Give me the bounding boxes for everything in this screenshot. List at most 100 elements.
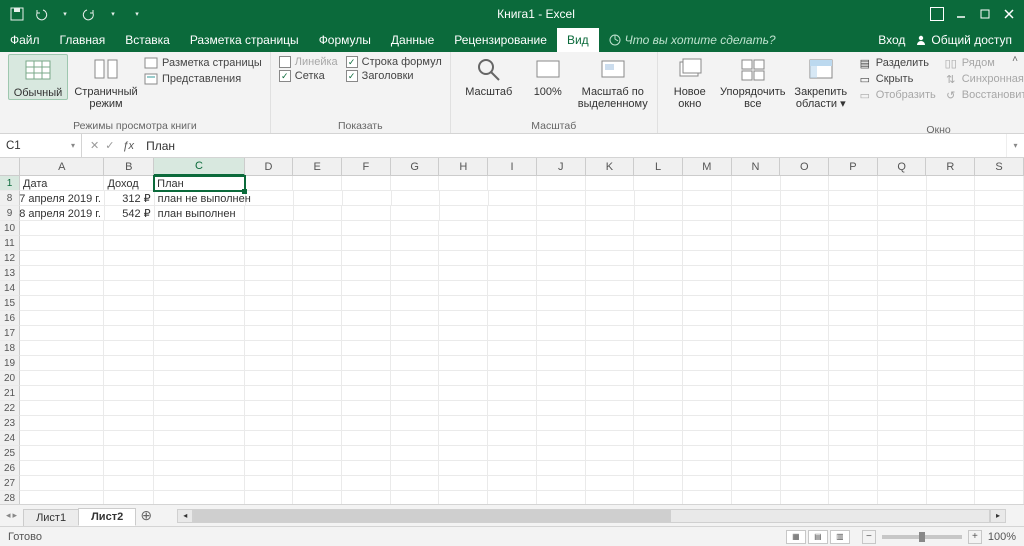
cell[interactable] xyxy=(634,401,683,416)
cell[interactable] xyxy=(878,206,927,221)
select-all-button[interactable] xyxy=(0,158,20,176)
cell[interactable] xyxy=(104,341,154,356)
qat-dropdown-icon[interactable]: ▾ xyxy=(56,5,74,23)
cell[interactable] xyxy=(245,176,294,191)
cell[interactable] xyxy=(878,356,927,371)
cell[interactable] xyxy=(20,371,104,386)
cell[interactable] xyxy=(391,491,440,504)
cell[interactable] xyxy=(391,236,440,251)
cell[interactable] xyxy=(927,446,976,461)
cell[interactable] xyxy=(683,341,732,356)
cell[interactable] xyxy=(342,206,391,221)
cell[interactable] xyxy=(634,476,683,491)
cell[interactable] xyxy=(975,386,1024,401)
cell[interactable] xyxy=(342,236,391,251)
cell[interactable] xyxy=(829,281,878,296)
cell[interactable] xyxy=(342,416,391,431)
cell[interactable] xyxy=(154,281,244,296)
cell[interactable] xyxy=(634,266,683,281)
cell[interactable] xyxy=(927,491,976,504)
cell[interactable] xyxy=(635,206,684,221)
cells-area[interactable]: ДатаДоходПлан7 апреля 2019 г.312 ₽план н… xyxy=(20,176,1024,504)
cell[interactable] xyxy=(488,371,537,386)
cell[interactable] xyxy=(488,266,537,281)
cell[interactable] xyxy=(683,281,732,296)
column-header-S[interactable]: S xyxy=(975,158,1024,175)
cell[interactable] xyxy=(342,326,391,341)
row-header[interactable]: 22 xyxy=(0,401,20,416)
cell[interactable] xyxy=(293,461,342,476)
cell[interactable] xyxy=(829,326,878,341)
cell[interactable] xyxy=(439,326,488,341)
cell[interactable] xyxy=(20,236,104,251)
zoom-button[interactable]: Масштаб xyxy=(459,54,519,98)
cell[interactable] xyxy=(392,191,441,206)
cell[interactable] xyxy=(154,401,244,416)
cell[interactable] xyxy=(104,491,154,504)
cell[interactable] xyxy=(586,461,635,476)
cell[interactable] xyxy=(781,371,830,386)
cell[interactable] xyxy=(20,476,104,491)
cell[interactable] xyxy=(154,311,244,326)
cell[interactable] xyxy=(391,401,440,416)
cell[interactable] xyxy=(342,221,391,236)
cell[interactable] xyxy=(878,311,927,326)
cell[interactable] xyxy=(293,446,342,461)
cell[interactable] xyxy=(732,176,781,191)
cell[interactable] xyxy=(154,356,244,371)
cell[interactable] xyxy=(586,491,635,504)
cell[interactable] xyxy=(878,341,927,356)
cell[interactable] xyxy=(732,266,781,281)
cell[interactable] xyxy=(104,251,154,266)
cell[interactable] xyxy=(732,206,781,221)
cell[interactable] xyxy=(537,296,586,311)
cell[interactable] xyxy=(488,206,537,221)
cell[interactable] xyxy=(927,326,976,341)
cell[interactable] xyxy=(634,236,683,251)
gridlines-checkbox[interactable]: ✓Сетка xyxy=(279,70,338,82)
cell[interactable] xyxy=(586,266,635,281)
cell[interactable] xyxy=(927,461,976,476)
cell[interactable] xyxy=(391,206,440,221)
cell[interactable] xyxy=(439,446,488,461)
cell[interactable] xyxy=(732,371,781,386)
cell[interactable] xyxy=(683,356,732,371)
cell[interactable] xyxy=(927,401,976,416)
cell[interactable] xyxy=(586,416,635,431)
cell[interactable] xyxy=(245,401,294,416)
cell[interactable] xyxy=(439,281,488,296)
row-header[interactable]: 16 xyxy=(0,311,20,326)
cell[interactable] xyxy=(245,221,294,236)
row-header[interactable]: 10 xyxy=(0,221,20,236)
cell[interactable] xyxy=(391,311,440,326)
cell[interactable] xyxy=(732,386,781,401)
cell[interactable] xyxy=(781,281,830,296)
cell[interactable] xyxy=(293,476,342,491)
cell[interactable] xyxy=(293,326,342,341)
cell[interactable] xyxy=(488,446,537,461)
cell[interactable] xyxy=(829,476,878,491)
cell[interactable] xyxy=(586,251,635,266)
cell[interactable] xyxy=(154,296,244,311)
cell[interactable] xyxy=(342,266,391,281)
cell[interactable] xyxy=(732,416,781,431)
cell[interactable] xyxy=(439,311,488,326)
row-header[interactable]: 24 xyxy=(0,431,20,446)
cell[interactable] xyxy=(391,296,440,311)
cell[interactable] xyxy=(878,266,927,281)
cell[interactable]: План xyxy=(154,176,244,191)
cell[interactable] xyxy=(683,386,732,401)
hscroll-left-icon[interactable]: ◂ xyxy=(177,509,193,523)
cell[interactable]: 312 ₽ xyxy=(105,191,155,206)
cell[interactable] xyxy=(975,251,1024,266)
cell[interactable] xyxy=(829,266,878,281)
freeze-panes-button[interactable]: Закрепить области ▾ xyxy=(792,54,850,110)
cell[interactable] xyxy=(488,491,537,504)
cell[interactable]: план не выполнен xyxy=(155,191,246,206)
cell[interactable] xyxy=(391,416,440,431)
cell[interactable] xyxy=(488,416,537,431)
cell[interactable] xyxy=(537,236,586,251)
cell[interactable] xyxy=(781,341,830,356)
cell[interactable] xyxy=(781,401,830,416)
cell[interactable] xyxy=(20,251,104,266)
